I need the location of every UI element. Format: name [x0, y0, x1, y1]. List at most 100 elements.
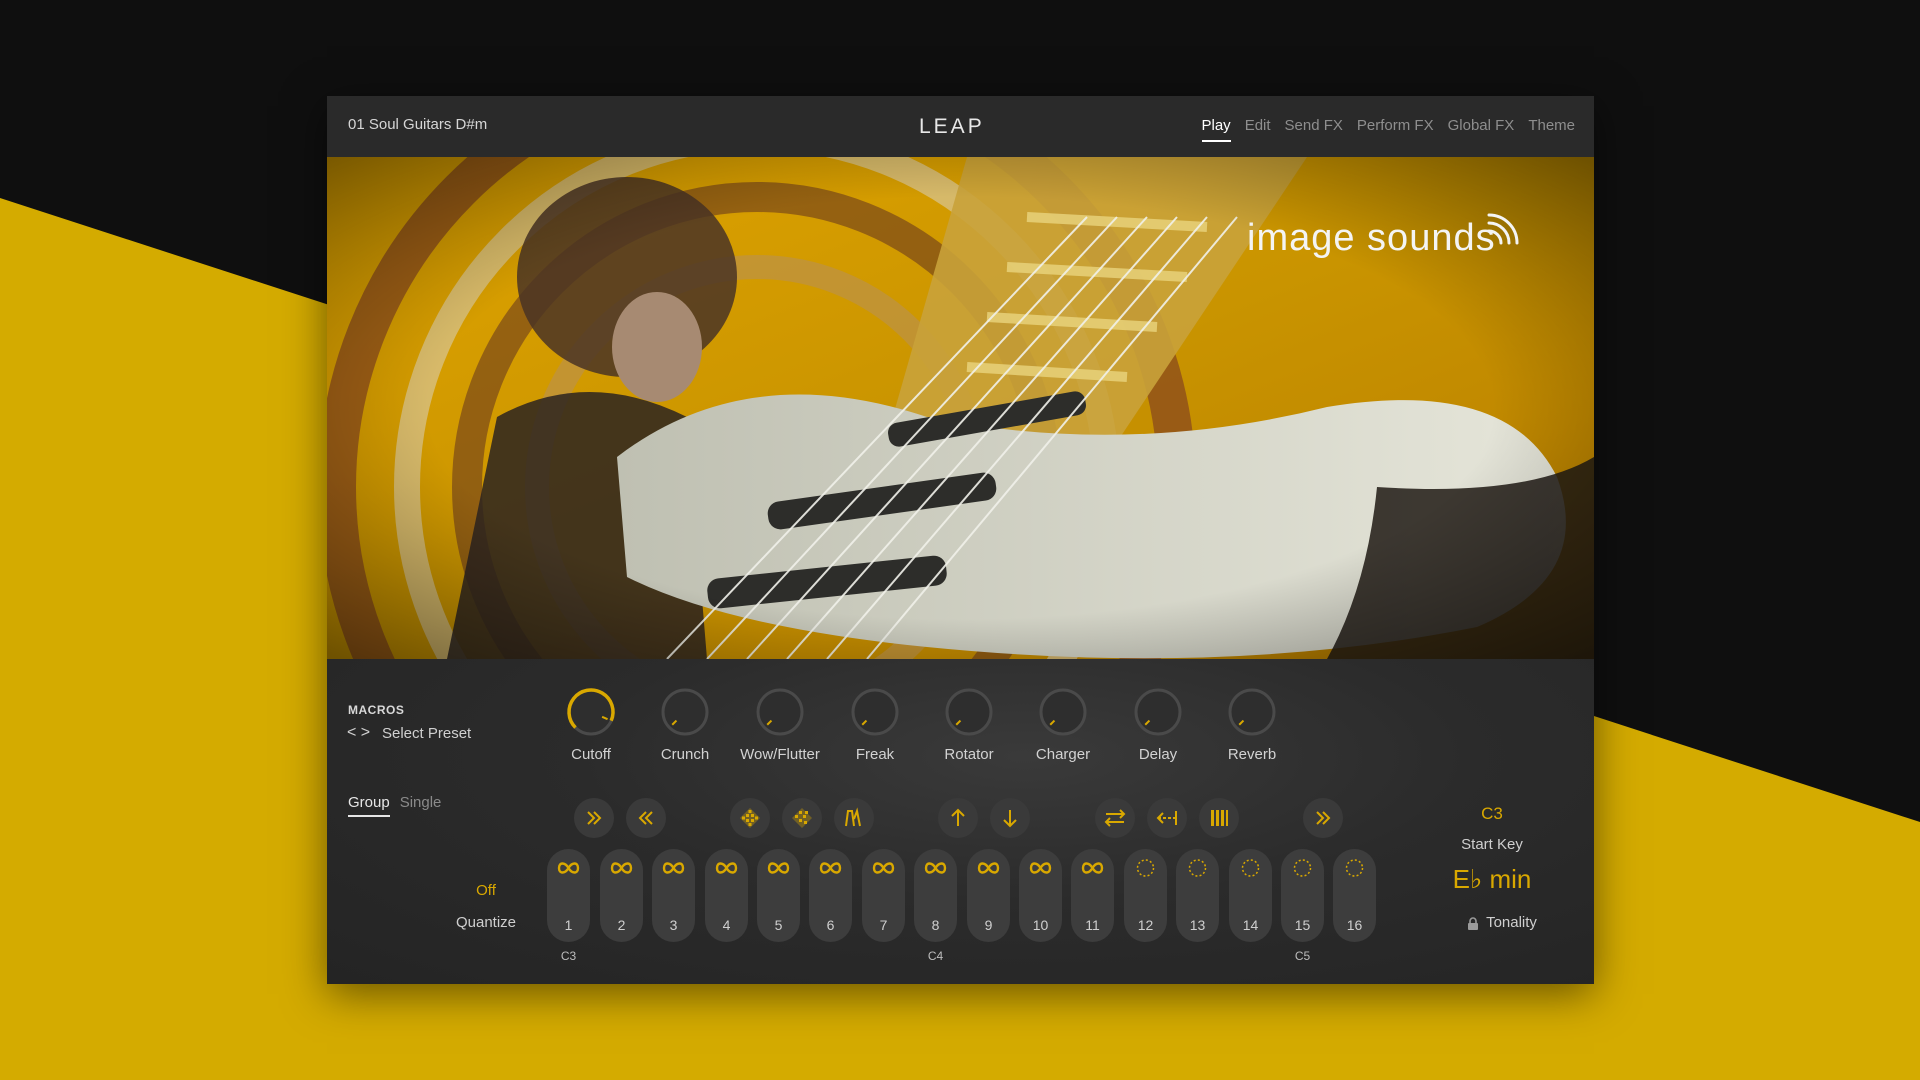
tonality-label: Tonality: [1486, 914, 1537, 931]
knob-delay[interactable]: Delay: [1113, 685, 1203, 775]
pad-7[interactable]: 7: [862, 849, 905, 942]
pad-number: 4: [722, 917, 731, 933]
pad-15[interactable]: 15: [1281, 849, 1324, 942]
infinity-icon: [767, 862, 790, 874]
knob-ring: [1134, 688, 1182, 736]
knob-ring: [1039, 688, 1087, 736]
knob-label: Cutoff: [571, 746, 611, 763]
pad-number: 10: [1032, 917, 1049, 933]
infinity-icon: [819, 862, 842, 874]
pad-9[interactable]: 9: [967, 849, 1010, 942]
pad-8[interactable]: 8: [914, 849, 957, 942]
tab-send-fx[interactable]: Send FX: [1285, 117, 1343, 142]
infinity-icon: [977, 862, 1000, 874]
infinity-icon: [872, 862, 895, 874]
knob-label: Reverb: [1227, 746, 1277, 763]
preset-nav-arrows[interactable]: < >: [347, 724, 370, 742]
pad-number: 3: [669, 917, 678, 933]
pad-number: 16: [1346, 917, 1363, 933]
preset-name[interactable]: 01 Soul Guitars D#m: [348, 116, 487, 133]
arrow-up-icon[interactable]: [938, 798, 978, 838]
pad-number: 15: [1294, 917, 1311, 933]
infinity-icon: [662, 862, 685, 874]
pad-number: 5: [774, 917, 783, 933]
dotted-circle-icon: [1293, 859, 1312, 877]
knob-label: Charger: [1035, 746, 1091, 763]
knob-ring: [756, 688, 804, 736]
swap-arrows-icon[interactable]: [1095, 798, 1135, 838]
tonality-row: Tonality: [1447, 914, 1557, 931]
octave-label-c4: C4: [927, 949, 944, 963]
knob-ring: [1228, 688, 1276, 736]
tab-play[interactable]: Play: [1201, 117, 1231, 142]
main-nav: Play Edit Send FX Perform FX Global FX T…: [1201, 117, 1575, 142]
knob-reverb[interactable]: Reverb: [1207, 685, 1297, 775]
diamond-pattern-alt-icon[interactable]: [782, 798, 822, 838]
pad-4[interactable]: 4: [705, 849, 748, 942]
pad-number: 13: [1189, 917, 1206, 933]
pad-number: 7: [879, 917, 888, 933]
lock-icon[interactable]: [1467, 916, 1479, 930]
octave-label-c3: C3: [560, 949, 577, 963]
arrow-down-icon[interactable]: [990, 798, 1030, 838]
pad-11[interactable]: 11: [1071, 849, 1114, 942]
tonality-value[interactable]: E♭ min: [1427, 864, 1557, 895]
pad-number: 6: [826, 917, 835, 933]
knob-ring: [945, 688, 993, 736]
top-bar: 01 Soul Guitars D#m LEAP Play Edit Send …: [327, 96, 1594, 157]
infinity-icon: [610, 862, 633, 874]
pad-16[interactable]: 16: [1333, 849, 1376, 942]
pad-14[interactable]: 14: [1229, 849, 1272, 942]
tab-group[interactable]: Group: [348, 794, 390, 817]
quantize-label: Quantize: [455, 914, 517, 931]
double-chevron-right-icon[interactable]: [574, 798, 614, 838]
diamond-pattern-icon[interactable]: [730, 798, 770, 838]
knob-label: Rotator: [944, 746, 994, 763]
infinity-icon: [924, 862, 947, 874]
knob-wow-flutter[interactable]: Wow/Flutter: [735, 685, 825, 775]
tab-edit[interactable]: Edit: [1245, 117, 1271, 142]
double-chevron-left-icon[interactable]: [626, 798, 666, 838]
reverse-dotted-arrow-icon[interactable]: [1147, 798, 1187, 838]
knob-crunch[interactable]: Crunch: [640, 685, 730, 775]
pad-2[interactable]: 2: [600, 849, 643, 942]
pad-10[interactable]: 10: [1019, 849, 1062, 942]
pad-number: 14: [1242, 917, 1259, 933]
tab-single[interactable]: Single: [400, 794, 442, 817]
start-key-value[interactable]: C3: [1447, 804, 1537, 824]
tab-theme[interactable]: Theme: [1528, 117, 1575, 142]
pad-number: 9: [984, 917, 993, 933]
knob-ring: [851, 688, 899, 736]
knob-freak[interactable]: Freak: [830, 685, 920, 775]
envelope-shape-icon[interactable]: [834, 798, 874, 838]
knob-rotator[interactable]: Rotator: [924, 685, 1014, 775]
bars-icon[interactable]: [1199, 798, 1239, 838]
tab-global-fx[interactable]: Global FX: [1448, 117, 1515, 142]
leap-plugin-window: 01 Soul Guitars D#m LEAP Play Edit Send …: [327, 96, 1594, 984]
pad-number: 8: [931, 917, 940, 933]
pad-number: 12: [1137, 917, 1154, 933]
pad-6[interactable]: 6: [809, 849, 852, 942]
pad-5[interactable]: 5: [757, 849, 800, 942]
pad-12[interactable]: 12: [1124, 849, 1167, 942]
pad-number: 1: [564, 917, 573, 933]
pad-13[interactable]: 13: [1176, 849, 1219, 942]
macros-title: MACROS: [348, 703, 405, 717]
pad-3[interactable]: 3: [652, 849, 695, 942]
pad-1[interactable]: 1: [547, 849, 590, 942]
octave-label-c5: C5: [1294, 949, 1311, 963]
brand-name: image sounds: [1247, 217, 1496, 259]
start-key-label: Start Key: [1461, 836, 1523, 853]
tab-perform-fx[interactable]: Perform FX: [1357, 117, 1434, 142]
dotted-circle-icon: [1136, 859, 1155, 877]
dotted-circle-icon: [1241, 859, 1260, 877]
knob-label: Crunch: [660, 746, 710, 763]
select-preset-button[interactable]: Select Preset: [382, 725, 471, 742]
infinity-icon: [557, 862, 580, 874]
knob-label: Delay: [1138, 746, 1178, 763]
double-chevron-right-icon[interactable]: [1303, 798, 1343, 838]
knob-charger[interactable]: Charger: [1018, 685, 1108, 775]
infinity-icon: [715, 862, 738, 874]
knob-cutoff[interactable]: Cutoff: [546, 685, 636, 775]
quantize-value[interactable]: Off: [431, 882, 541, 899]
